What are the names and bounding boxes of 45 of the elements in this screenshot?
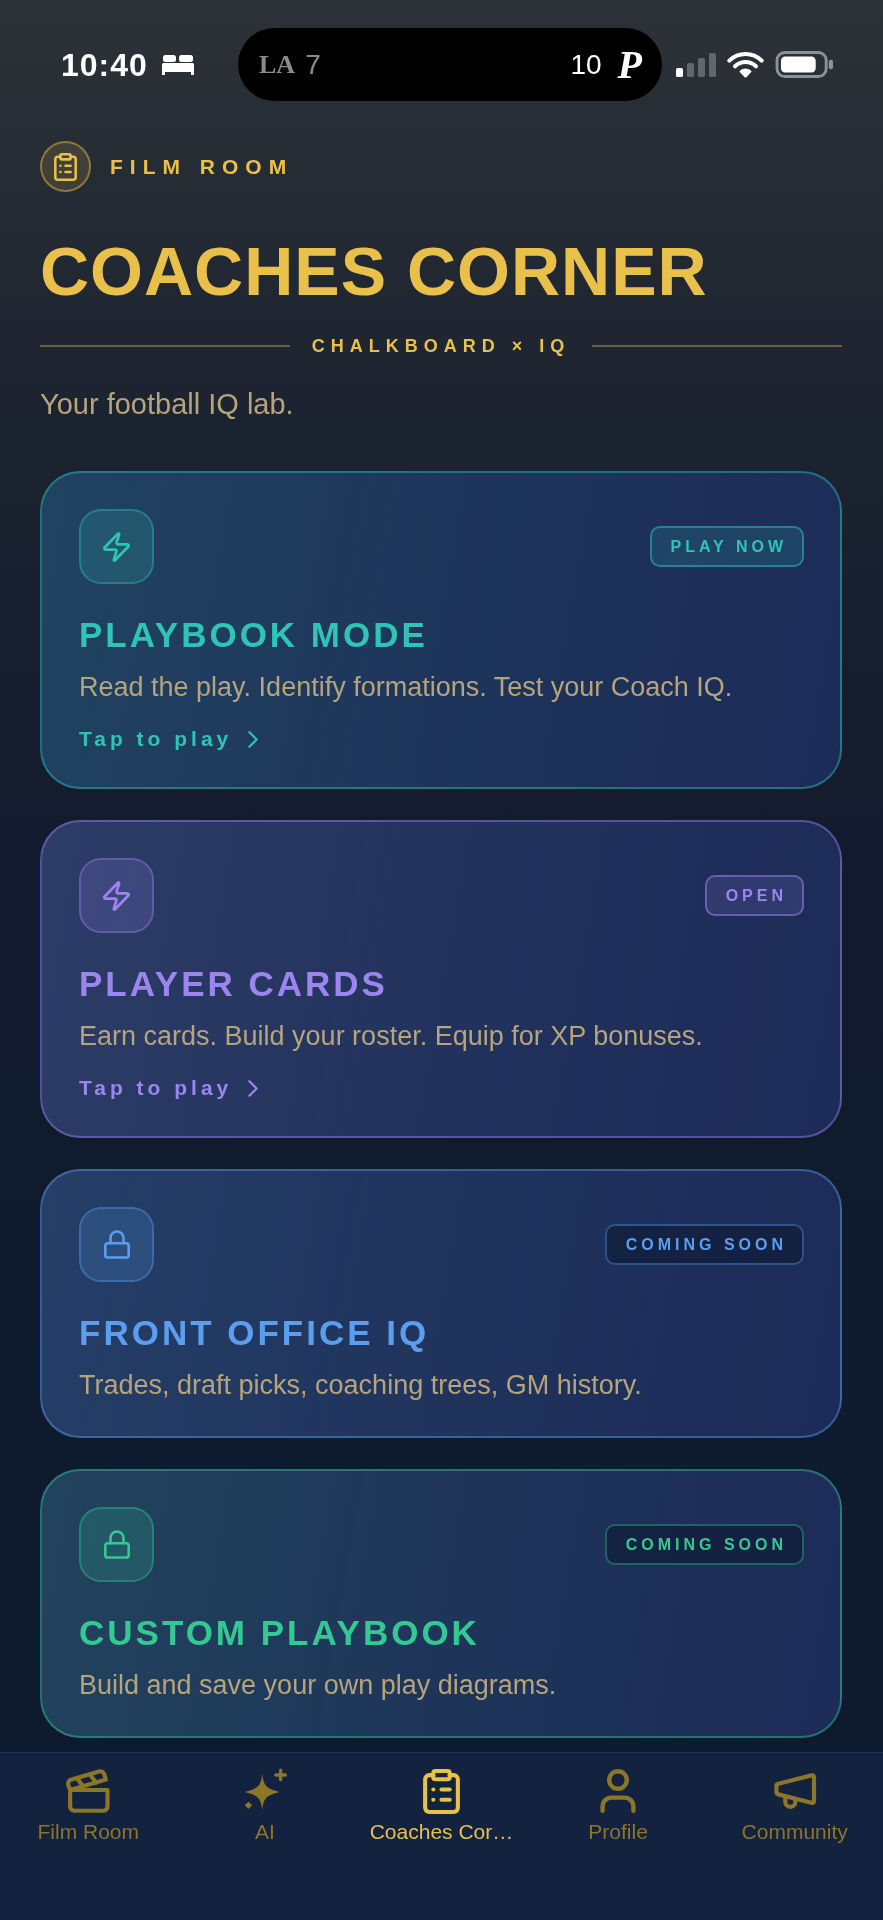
play-link[interactable]: Tap to play [79, 725, 259, 753]
divider-label: CHALKBOARD × IQ [311, 335, 571, 357]
person-icon [600, 1769, 637, 1813]
card-description: Build and save your own play diagrams. [79, 1669, 558, 1702]
status-badge: COMING SOON [604, 1524, 804, 1565]
card-description: Trades, draft picks, coaching trees, GM history. [79, 1369, 643, 1402]
lightning-icon [79, 858, 154, 933]
card-title: PLAYER CARDS [79, 963, 389, 1004]
clipboard-list-icon [423, 1768, 460, 1814]
clipboard-icon [40, 141, 91, 192]
page-subtitle: Your football IQ lab. [40, 387, 295, 422]
team-logo: LA [259, 51, 296, 78]
status-time: 10:40 [61, 48, 148, 81]
tab-item[interactable]: Profile [588, 1768, 648, 1845]
lock-icon [79, 1507, 154, 1582]
feature-card[interactable]: OPEN PLAYER CARDS Earn cards. Build your roster. Equip for XP bonuses. Tap to play [40, 820, 842, 1138]
battery-icon [775, 51, 834, 78]
status-badge: COMING SOON [604, 1224, 804, 1265]
chevron-icon [248, 730, 259, 748]
card-description: Read the play. Identify formations. Test your Coach IQ. [79, 671, 734, 704]
bed-icon [159, 54, 196, 75]
tab-item[interactable]: Coaches Cor… [369, 1768, 514, 1845]
team-score: 7 [305, 50, 321, 79]
signal-icon [676, 52, 716, 77]
card-title: CUSTOM PLAYBOOK [79, 1612, 481, 1653]
tab-item[interactable]: Film Room [37, 1768, 140, 1845]
lightning-icon [79, 509, 154, 584]
card-description: Earn cards. Build your roster. Equip for XP bonuses. [79, 1020, 704, 1053]
card-title: PLAYBOOK MODE [79, 614, 429, 655]
chevron-icon [248, 1079, 259, 1097]
feature-card[interactable]: PLAY NOW PLAYBOOK MODE Read the play. Identify formations. Test your Coach IQ. Tap to play [40, 471, 842, 789]
tab-item[interactable]: AI [241, 1768, 288, 1845]
clapperboard-icon [66, 1769, 111, 1813]
megaphone-icon [772, 1772, 817, 1810]
wifi-icon [727, 51, 764, 78]
lock-icon [79, 1207, 154, 1282]
play-link[interactable]: Tap to play [79, 1074, 259, 1102]
tab-item[interactable]: Community [741, 1768, 848, 1845]
page-title: COACHES CORNER [40, 232, 709, 311]
status-badge: PLAY NOW [649, 526, 804, 567]
card-title: FRONT OFFICE IQ [79, 1312, 431, 1353]
section-eyebrow: FILM ROOM [110, 156, 294, 177]
status-badge: OPEN [704, 875, 804, 916]
team-logo: P [617, 44, 642, 85]
team-score: 10 [570, 50, 602, 79]
